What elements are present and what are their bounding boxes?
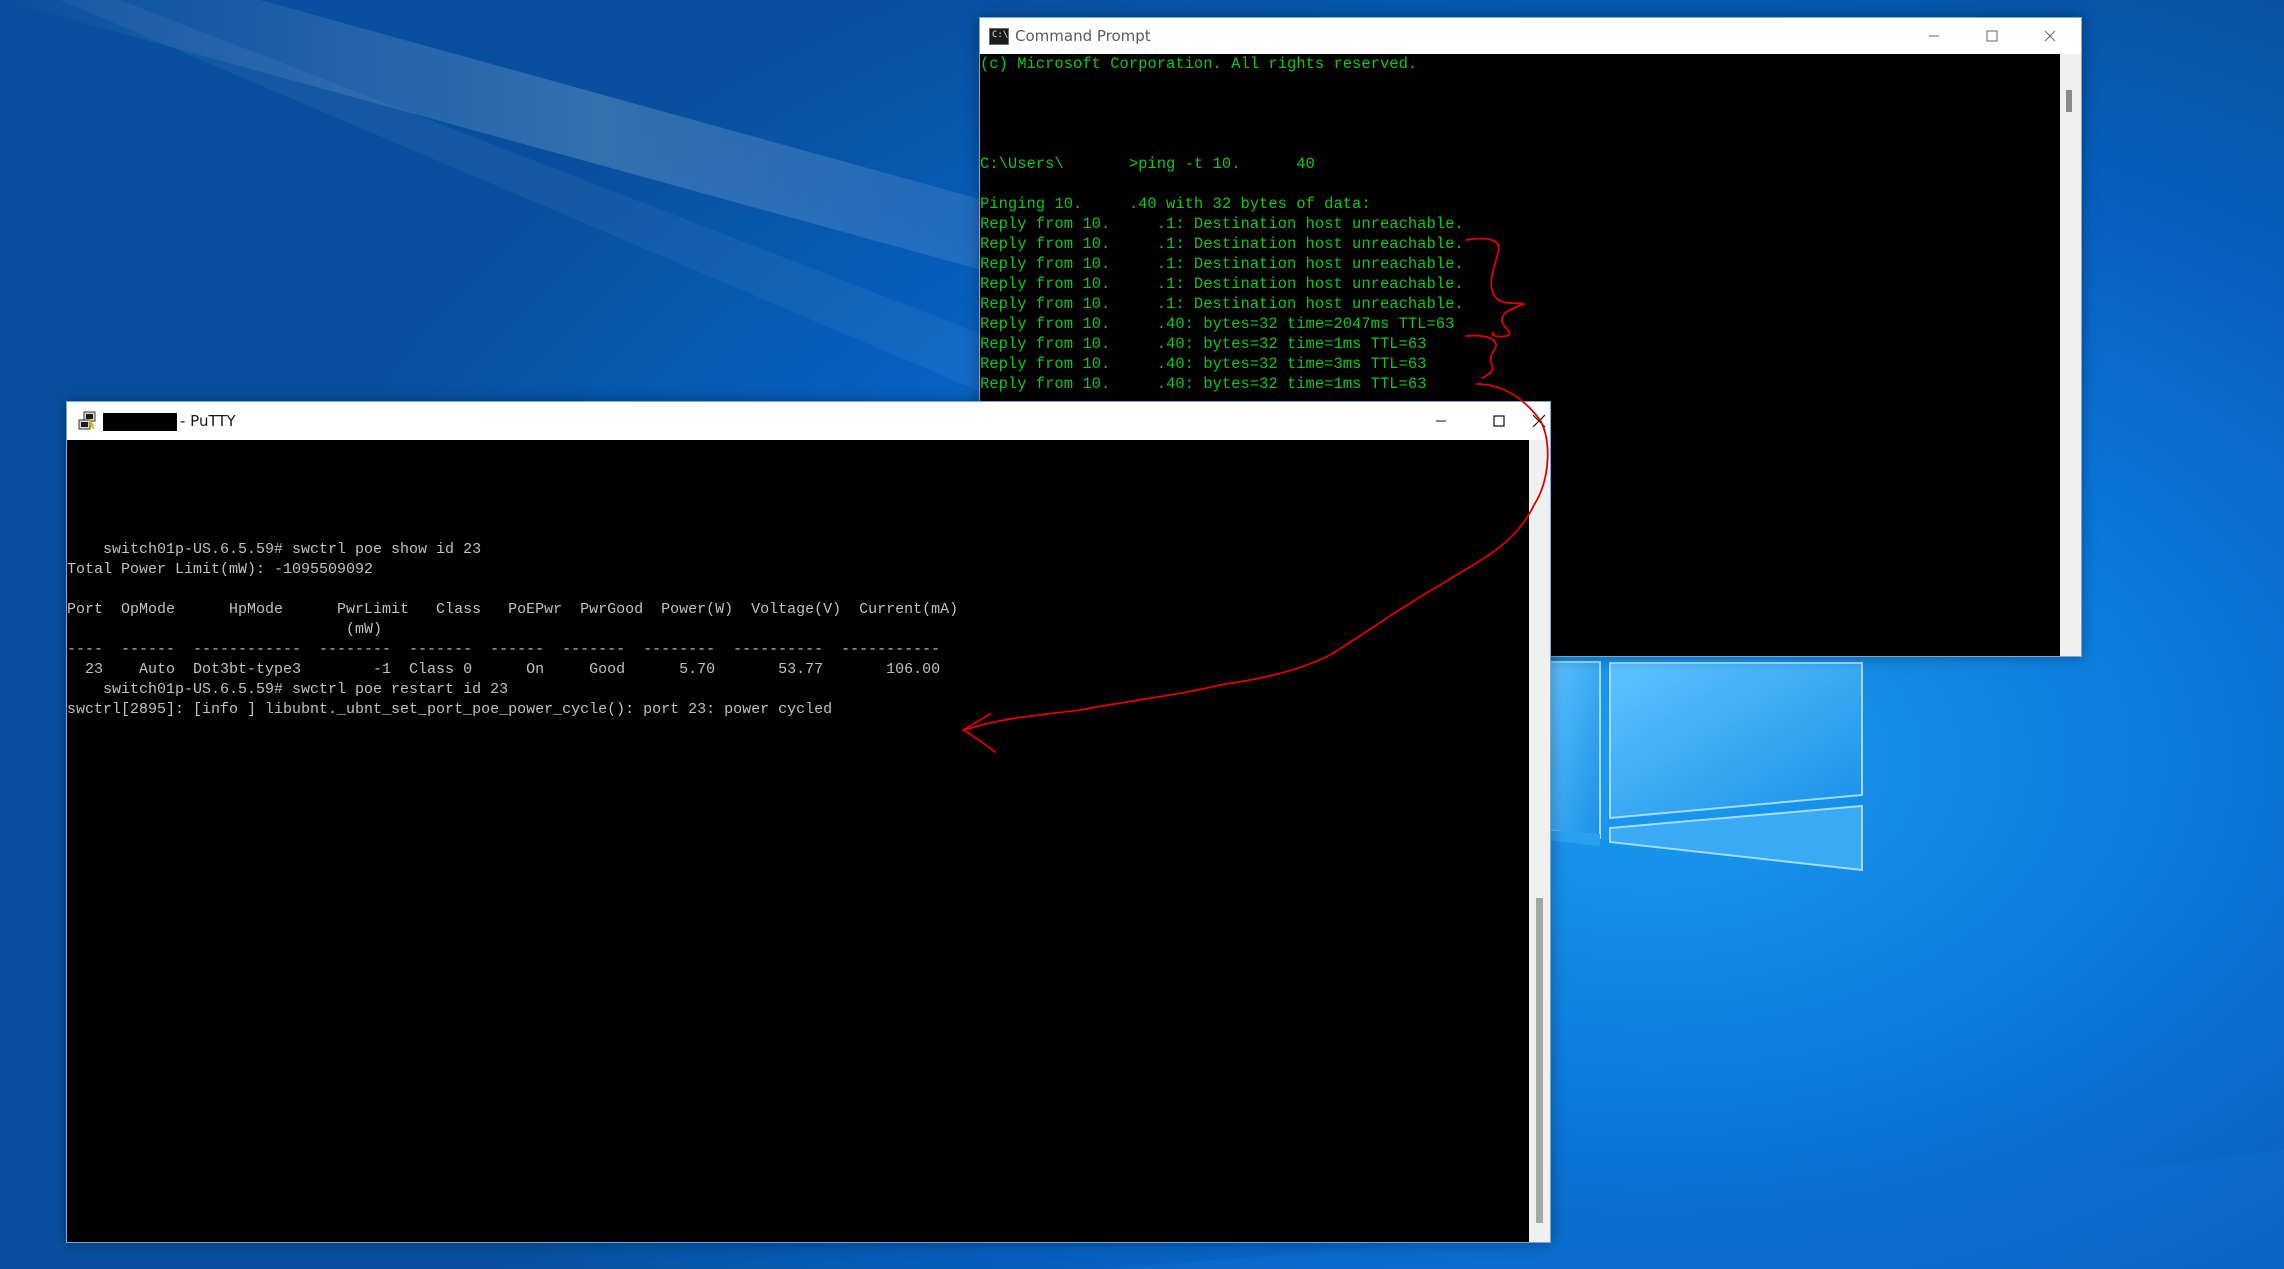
console-line: Pinging 10. .40 with 32 bytes of data: [980,195,1371,213]
console-line: Reply from 10. .40: bytes=32 time=3ms TT… [980,355,1427,373]
terminal-line: Port OpMode HpMode PwrLimit Class PoEPwr… [67,601,959,618]
close-button[interactable] [1528,402,1550,440]
terminal-line: Total Power Limit(mW): -1095509092 [67,561,374,578]
putty-window[interactable]: - PuTTY switch01p-US.6.5.59# swctrl poe … [66,401,1551,1243]
console-line: Reply from 10. .1: Destination host unre… [980,255,1464,273]
maximize-icon [1986,30,1998,42]
console-line: C:\Users\ >ping -t 10. 40 [980,155,1315,173]
putty-titlebar[interactable]: - PuTTY [67,402,1550,440]
maximize-button[interactable] [1470,402,1528,440]
minimize-icon [1436,420,1446,422]
putty-terminal[interactable]: switch01p-US.6.5.59# swctrl poe show id … [67,440,1529,1242]
console-line: Reply from 10. .1: Destination host unre… [980,295,1464,313]
putty-scrollbar[interactable] [1529,440,1550,1242]
desktop: C:\ Command Prompt (c) Microsoft Corpora… [0,0,2284,1269]
maximize-button[interactable] [1963,18,2021,54]
terminal-line: (mW) [67,621,383,638]
redacted-hostname [103,413,177,431]
command-prompt-titlebar[interactable]: C:\ Command Prompt [980,18,2081,54]
console-line: Reply from 10. .1: Destination host unre… [980,235,1464,253]
minimize-button[interactable] [1905,18,1963,54]
logo-pane [1547,661,1601,840]
window-title: Command Prompt [1015,27,1151,45]
window-title: - PuTTY [180,412,236,430]
putty-icon [78,411,96,430]
minimize-icon [1929,35,1939,37]
minimize-button[interactable] [1412,402,1470,440]
terminal-line: switch01p-US.6.5.59# swctrl poe show id … [67,541,482,558]
close-button[interactable] [2021,18,2079,54]
close-icon [2044,30,2056,42]
console-line: Reply from 10. .40: bytes=32 time=2047ms… [980,315,1455,333]
command-prompt-scrollbar[interactable] [2060,54,2081,656]
logo-pane [1609,662,1863,820]
console-line: Reply from 10. .1: Destination host unre… [980,275,1464,293]
maximize-icon [1493,415,1505,427]
terminal-line: switch01p-US.6.5.59# swctrl poe restart … [67,681,509,698]
console-line: Reply from 10. .1: Destination host unre… [980,215,1464,233]
console-line: Reply from 10. .40: bytes=32 time=1ms TT… [980,335,1427,353]
logo-pane [1609,804,1863,872]
close-icon [1532,414,1546,428]
terminal-line: swctrl[2895]: [info ] libubnt._ubnt_set_… [67,701,833,718]
command-prompt-icon: C:\ [989,28,1009,45]
scrollbar-thumb[interactable] [2066,90,2072,112]
terminal-line: ---- ------ ------------ -------- ------… [67,641,941,658]
terminal-line: 23 Auto Dot3bt-type3 -1 Class 0 On Good … [67,661,941,678]
console-line: Reply from 10. .40: bytes=32 time=1ms TT… [980,375,1427,393]
scrollbar-thumb[interactable] [1536,898,1543,1223]
console-line: (c) Microsoft Corporation. All rights re… [980,55,1418,73]
